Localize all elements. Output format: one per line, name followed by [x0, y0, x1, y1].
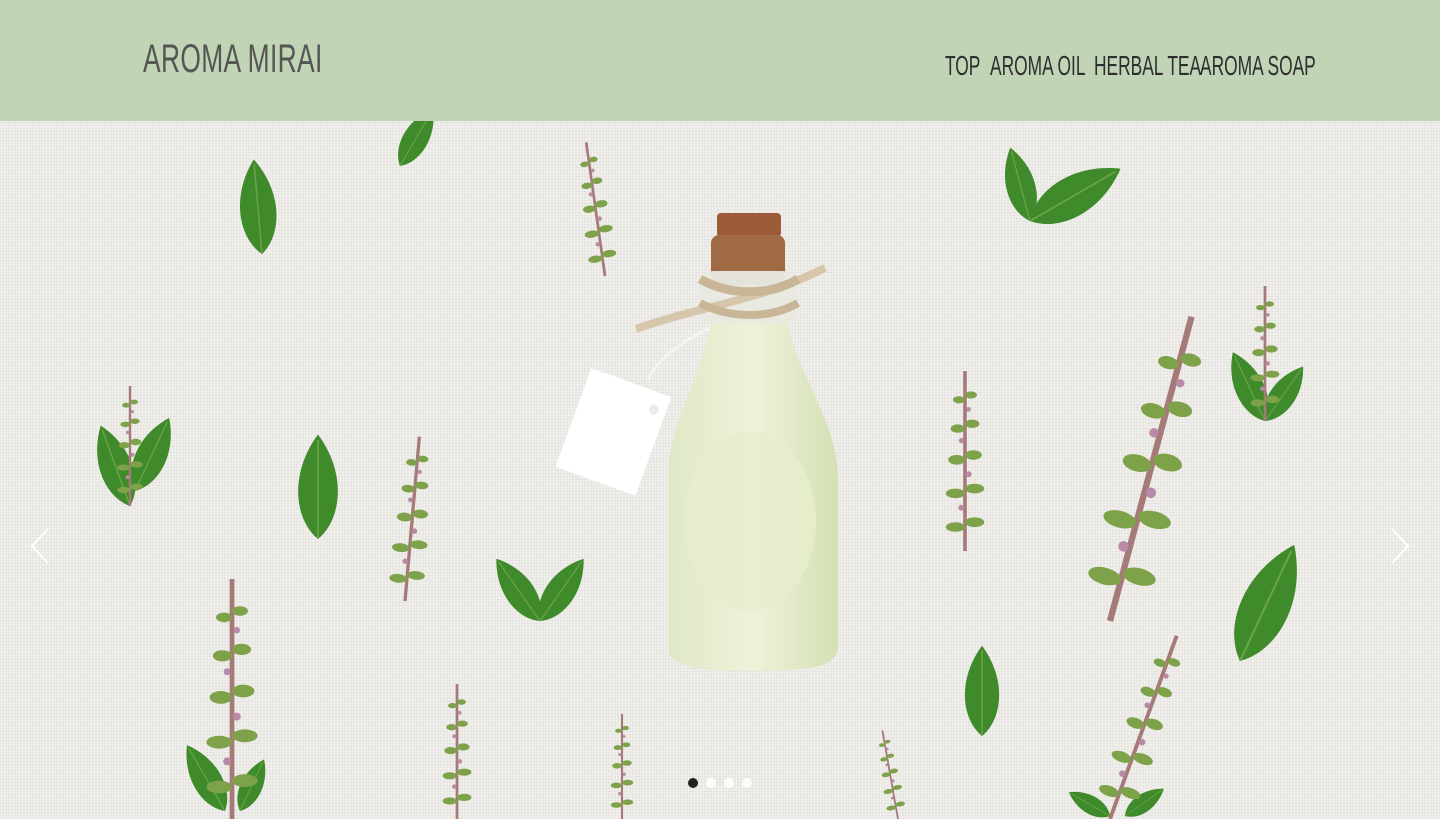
slider-dot-1[interactable] [688, 778, 698, 788]
slider-next-arrow[interactable] [1384, 521, 1414, 571]
slider-dot-2[interactable] [706, 778, 716, 788]
hero-image [0, 121, 1440, 819]
nav-link-top[interactable]: TOP [945, 46, 980, 86]
site-header: AROMA MIRAI TOP AROMA OIL HERBAL TEA ARO… [0, 0, 1440, 121]
hero-slider [0, 121, 1440, 819]
site-logo[interactable]: AROMA MIRAI [143, 36, 323, 82]
chevron-right-icon [1391, 528, 1410, 564]
nav-link-aroma-oil[interactable]: AROMA OIL [990, 46, 1086, 86]
chevron-left-icon [30, 528, 49, 564]
slider-dot-3[interactable] [724, 778, 734, 788]
nav-link-herbal-tea[interactable]: HERBAL TEA [1094, 46, 1201, 86]
nav-link-aroma-soap[interactable]: AROMA SOAP [1200, 46, 1316, 86]
slider-prev-arrow[interactable] [26, 521, 56, 571]
slider-dot-4[interactable] [742, 778, 752, 788]
slider-pagination [687, 778, 757, 790]
